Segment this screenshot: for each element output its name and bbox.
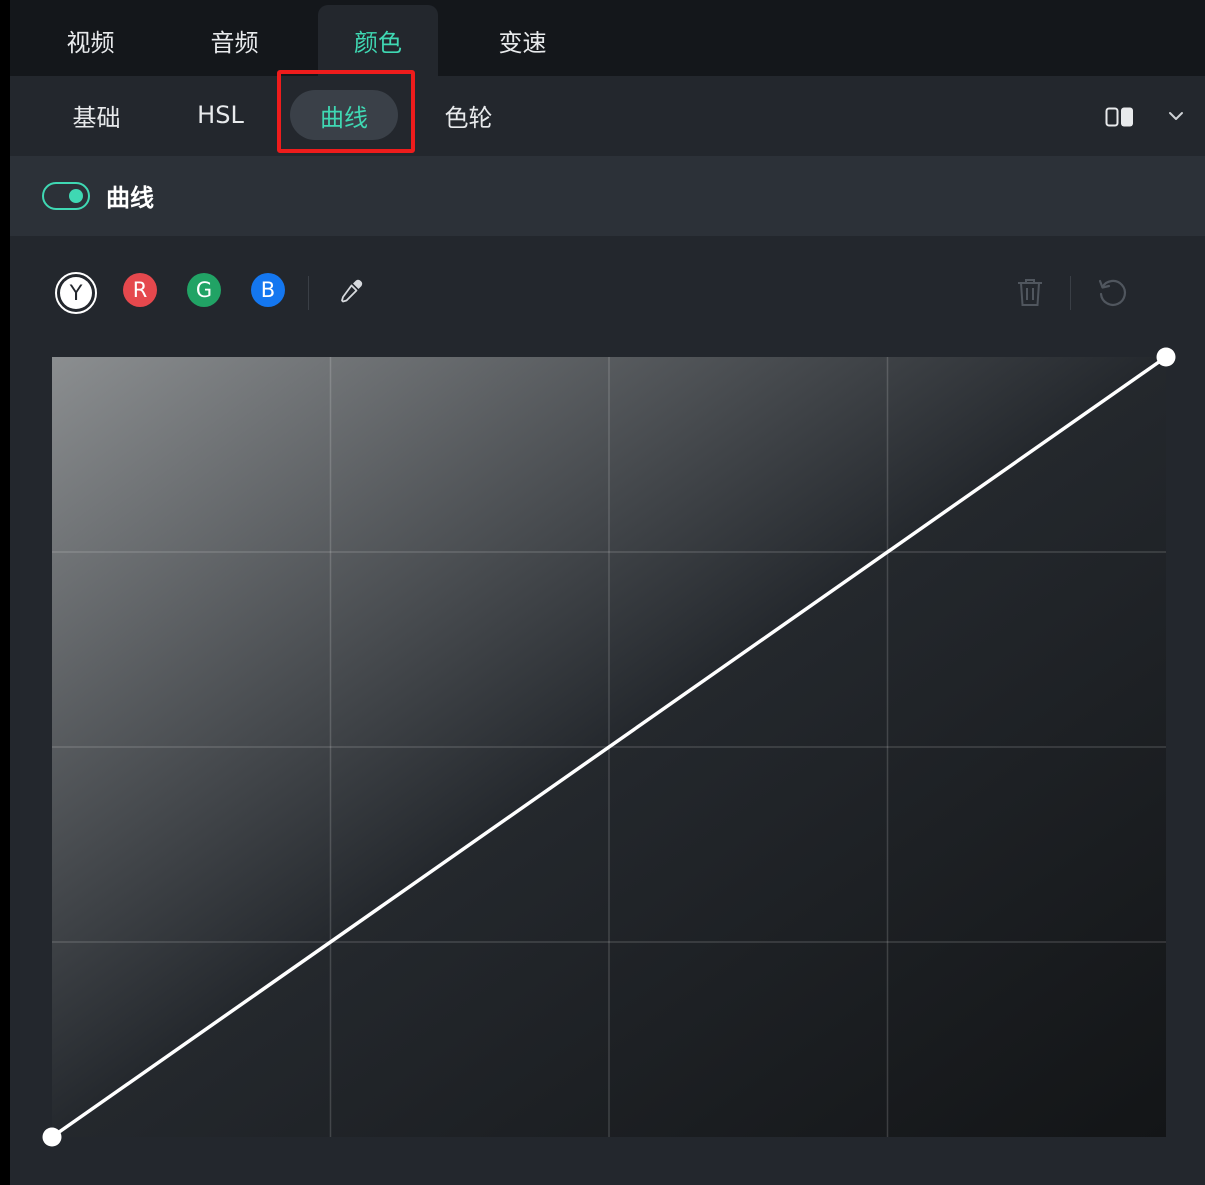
subtab-curves[interactable]: 曲线 (290, 90, 398, 140)
color-panel: 视频 音频 颜色 变速 基础 HSL 曲线 色轮 曲线 Y R G B (10, 0, 1205, 1185)
subtab-hsl[interactable]: HSL (178, 90, 263, 140)
curves-enable-toggle[interactable] (42, 182, 90, 210)
channel-r-button[interactable]: R (123, 273, 157, 307)
channel-r-label: R (132, 278, 148, 302)
curves-section-header: 曲线 (10, 156, 1205, 236)
tab-video-label: 视频 (66, 29, 115, 57)
section-title: 曲线 (106, 184, 154, 212)
tab-video[interactable]: 视频 (48, 5, 133, 76)
tab-color-label: 颜色 (354, 29, 402, 57)
subtab-basic-label: 基础 (72, 103, 121, 132)
top-tab-bar: 视频 音频 颜色 变速 (10, 0, 1205, 76)
subtab-color-wheel-label: 色轮 (444, 103, 493, 132)
channel-g-button[interactable]: G (187, 273, 221, 307)
subtab-basic[interactable]: 基础 (54, 90, 139, 140)
toggle-knob (69, 189, 83, 203)
subtab-hsl-label: HSL (197, 101, 244, 129)
channel-b-button[interactable]: B (251, 273, 285, 307)
curve-graph[interactable] (42, 347, 1176, 1147)
toolbar-divider-right (1070, 276, 1071, 310)
channel-y-label: Y (69, 281, 83, 305)
chevron-down-icon[interactable] (1166, 106, 1186, 126)
subtab-color-wheel[interactable]: 色轮 (426, 90, 511, 140)
channel-g-label: G (195, 278, 213, 302)
channel-y-button[interactable]: Y (55, 272, 97, 314)
tab-audio-label: 音频 (210, 29, 259, 57)
tab-audio[interactable]: 音频 (192, 5, 277, 76)
tab-speed[interactable]: 变速 (480, 5, 565, 76)
curve-graph-canvas[interactable] (32, 337, 1186, 1157)
compare-view-icon[interactable] (1105, 106, 1135, 128)
eyedropper-icon[interactable] (337, 277, 365, 305)
reset-icon[interactable] (1096, 276, 1128, 308)
toolbar-divider (308, 276, 309, 310)
trash-icon[interactable] (1014, 276, 1046, 308)
subtab-curves-label: 曲线 (320, 103, 368, 132)
channel-b-label: B (260, 278, 276, 302)
curve-control-point[interactable] (1156, 347, 1176, 367)
curve-control-point[interactable] (42, 1127, 62, 1147)
sub-tab-bar: 基础 HSL 曲线 色轮 (10, 70, 1205, 156)
tab-speed-label: 变速 (498, 29, 547, 57)
tab-color[interactable]: 颜色 (318, 5, 438, 76)
